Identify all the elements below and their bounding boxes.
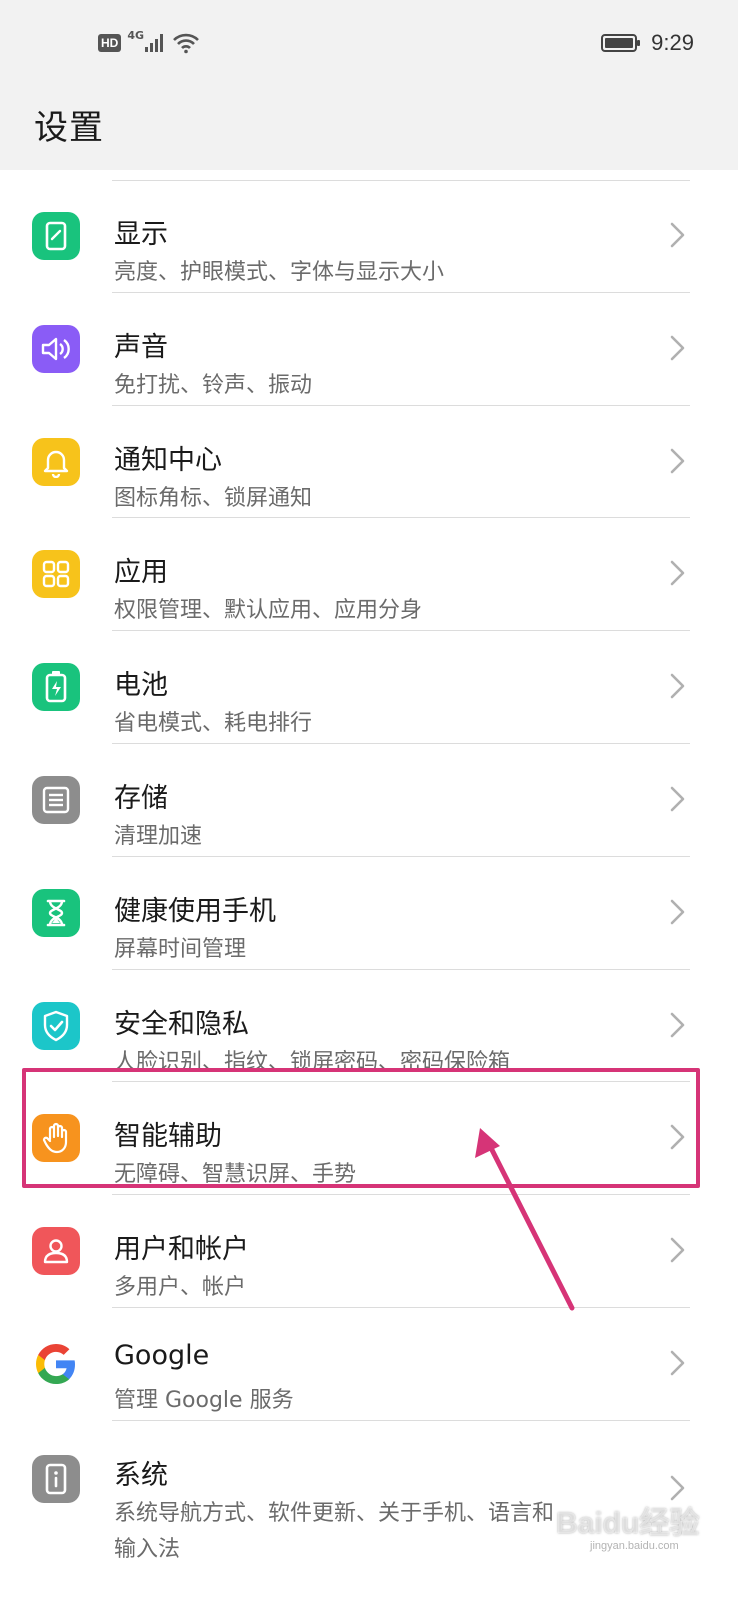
watermark-logo: Baidu经验	[556, 1507, 700, 1540]
status-time: 9:29	[651, 30, 694, 55]
settings-item-subtitle: 免打扰、铃声、振动	[114, 372, 313, 398]
settings-item-subtitle: 亮度、护眼模式、字体与显示大小	[114, 260, 445, 285]
battery-status-icon	[601, 34, 641, 52]
settings-item-subtitle: 图标角标、锁屏通知	[114, 485, 313, 511]
status-right: 9:29	[601, 30, 694, 56]
google-icon	[32, 1340, 80, 1388]
chevron-right-icon	[668, 1235, 688, 1265]
chevron-right-icon	[668, 220, 688, 250]
settings-item-title: 用户和帐户	[114, 1234, 249, 1266]
status-bar: HD 4G 9:29	[0, 0, 738, 92]
apps-grid-icon	[32, 550, 80, 599]
chevron-right-icon	[668, 558, 688, 588]
settings-item-title: 健康使用手机	[114, 895, 276, 927]
status-left: HD 4G	[98, 28, 200, 54]
settings-item-shield[interactable]: 安全和隐私人脸识别、指纹、锁屏密码、密码保险箱	[0, 970, 738, 1083]
display-icon	[32, 212, 80, 260]
settings-item-subtitle: 多用户、帐户	[114, 1275, 247, 1301]
settings-item-subtitle: 无障碍、智慧识屏、手势	[114, 1162, 357, 1188]
settings-item-subtitle: 管理 Google 服务	[114, 1388, 294, 1413]
settings-item-title: 显示	[114, 219, 168, 250]
watermark-url: jingyan.baidu.com	[590, 1540, 679, 1552]
settings-item-title: 声音	[114, 331, 168, 363]
settings-item-subtitle: 系统导航方式、软件更新、关于手机、语言和	[114, 1500, 555, 1526]
bell-icon	[32, 437, 80, 486]
settings-item-subtitle-line2: 输入法	[114, 1536, 181, 1562]
settings-item-title: 应用	[114, 557, 168, 589]
chevron-right-icon	[668, 333, 688, 363]
settings-item-battery[interactable]: 电池省电模式、耗电排行	[0, 631, 738, 744]
page-title: 设置	[34, 108, 104, 148]
user-icon	[32, 1227, 80, 1276]
settings-item-title: 电池	[114, 670, 168, 702]
settings-item-title: 安全和隐私	[114, 1008, 249, 1040]
chevron-right-icon	[668, 897, 688, 927]
settings-item-hand[interactable]: 智能辅助无障碍、智慧识屏、手势	[0, 1082, 738, 1196]
shield-icon	[32, 1001, 80, 1050]
wifi-icon	[173, 33, 199, 54]
settings-item-storage[interactable]: 存储 清理加速	[0, 744, 738, 857]
hd-badge: HD	[98, 34, 122, 52]
chevron-right-icon	[668, 784, 688, 814]
settings-item-subtitle: 权限管理、默认应用、应用分身	[114, 598, 423, 624]
settings-item-title: 系统	[114, 1459, 168, 1491]
settings-item-bell[interactable]: 通知中心图标角标、锁屏通知	[0, 406, 738, 519]
hand-icon	[32, 1114, 80, 1163]
settings-item-title: 智能辅助	[114, 1121, 222, 1153]
settings-item-user[interactable]: 用户和帐户多用户、帐户	[0, 1195, 738, 1308]
chevron-right-icon	[668, 671, 688, 701]
settings-item-display[interactable]: 显示亮度、护眼模式、字体与显示大小	[0, 180, 738, 293]
settings-item-title: 通知中心	[114, 444, 222, 476]
settings-item-google[interactable]: Google 管理 Google 服务	[0, 1308, 738, 1421]
chevron-right-icon	[668, 446, 688, 476]
app-bar: 设置	[0, 92, 738, 170]
settings-item-speaker[interactable]: 声音免打扰、铃声、振动	[0, 293, 738, 406]
settings-item-subtitle: 省电模式、耗电排行	[114, 711, 313, 737]
hourglass-icon	[32, 888, 80, 937]
chevron-right-icon	[668, 1122, 688, 1152]
battery-icon	[32, 663, 80, 712]
storage-icon	[32, 776, 80, 824]
settings-item-title: 存储	[114, 783, 168, 814]
settings-item-hourglass[interactable]: 健康使用手机屏幕时间管理	[0, 857, 738, 970]
settings-item-subtitle: 人脸识别、指纹、锁屏密码、密码保险箱	[114, 1049, 511, 1075]
settings-item-subtitle: 屏幕时间管理	[114, 936, 247, 962]
chevron-right-icon	[668, 1010, 688, 1040]
chevron-right-icon	[668, 1348, 688, 1378]
system-info-icon	[32, 1454, 80, 1503]
network-type-label: 4G	[127, 28, 145, 42]
settings-item-apps-grid[interactable]: 应用权限管理、默认应用、应用分身	[0, 518, 738, 632]
settings-item-subtitle: 清理加速	[114, 824, 203, 849]
settings-item-title: Google	[114, 1340, 210, 1371]
speaker-icon	[32, 324, 80, 373]
signal-icon	[145, 34, 164, 52]
